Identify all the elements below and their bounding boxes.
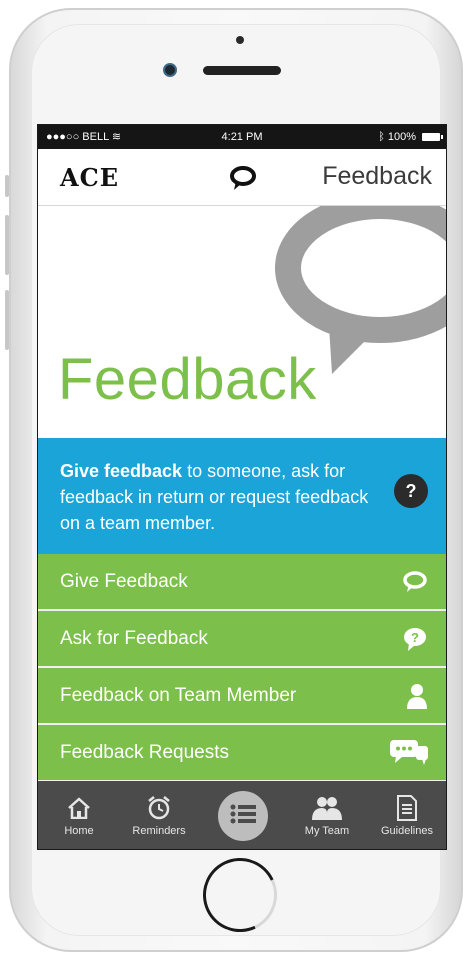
tab-label: Reminders xyxy=(132,825,186,837)
bottom-tab-bar: Home Reminders My Team Guidelines xyxy=(38,781,446,849)
tab-menu[interactable] xyxy=(218,791,268,841)
page-title: Feedback xyxy=(322,162,432,190)
info-text: Give feedback to someone, ask for feedba… xyxy=(60,458,382,536)
menu-item-label: Feedback Requests xyxy=(60,742,229,763)
hero-section: Feedback xyxy=(38,206,446,439)
volume-down-button xyxy=(5,290,9,350)
battery-percent: ᛒ 100% xyxy=(378,131,416,143)
earpiece-speaker xyxy=(203,66,281,75)
info-bold-text: Give feedback xyxy=(60,461,183,481)
menu-item-give-feedback[interactable]: Give Feedback xyxy=(38,554,446,611)
alarm-clock-icon xyxy=(124,795,194,821)
volume-up-button xyxy=(5,215,9,275)
bluetooth-icon: ᛒ xyxy=(378,131,385,143)
svg-text:?: ? xyxy=(411,630,419,645)
document-icon xyxy=(372,795,442,821)
tab-guidelines[interactable]: Guidelines xyxy=(372,781,442,849)
menu-item-ask-for-feedback[interactable]: Ask for Feedback ? xyxy=(38,611,446,668)
chat-bubbles-icon xyxy=(390,725,428,780)
app-header: ACE Feedback xyxy=(38,149,446,206)
tab-label: My Team xyxy=(304,825,350,837)
tab-home[interactable]: Home xyxy=(44,781,114,849)
question-bubble-icon: ? xyxy=(402,611,428,666)
speech-bubble-icon xyxy=(402,554,428,609)
menu-item-feedback-on-team-member[interactable]: Feedback on Team Member xyxy=(38,668,446,725)
front-camera xyxy=(163,63,177,77)
tab-reminders[interactable]: Reminders xyxy=(124,781,194,849)
tab-label: Home xyxy=(64,825,94,837)
tab-label: Guidelines xyxy=(381,825,433,837)
home-icon xyxy=(44,795,114,821)
app-logo: ACE xyxy=(60,163,120,192)
person-icon xyxy=(406,668,428,723)
mute-switch xyxy=(5,175,9,197)
menu-item-label: Feedback on Team Member xyxy=(60,685,297,706)
help-button[interactable]: ? xyxy=(394,474,428,508)
feedback-menu: Give Feedback Ask for Feedback ? Feedbac… xyxy=(38,554,446,782)
info-banner: Give feedback to someone, ask for feedba… xyxy=(38,438,446,554)
hero-title: Feedback xyxy=(58,347,317,412)
menu-item-label: Give Feedback xyxy=(60,571,188,592)
team-icon xyxy=(292,795,362,821)
tab-my-team[interactable]: My Team xyxy=(292,781,362,849)
speech-bubble-icon xyxy=(228,165,258,198)
proximity-sensor xyxy=(236,36,244,44)
menu-item-feedback-requests[interactable]: Feedback Requests xyxy=(38,725,446,782)
list-menu-icon xyxy=(230,804,256,829)
menu-item-label: Ask for Feedback xyxy=(60,628,208,649)
app-screen: ●●●○○ BELL ≋ 4:21 PM ᛒ 100% ACE Feedback… xyxy=(37,124,447,850)
battery-icon xyxy=(422,133,443,141)
status-bar: ●●●○○ BELL ≋ 4:21 PM ᛒ 100% xyxy=(38,125,446,149)
